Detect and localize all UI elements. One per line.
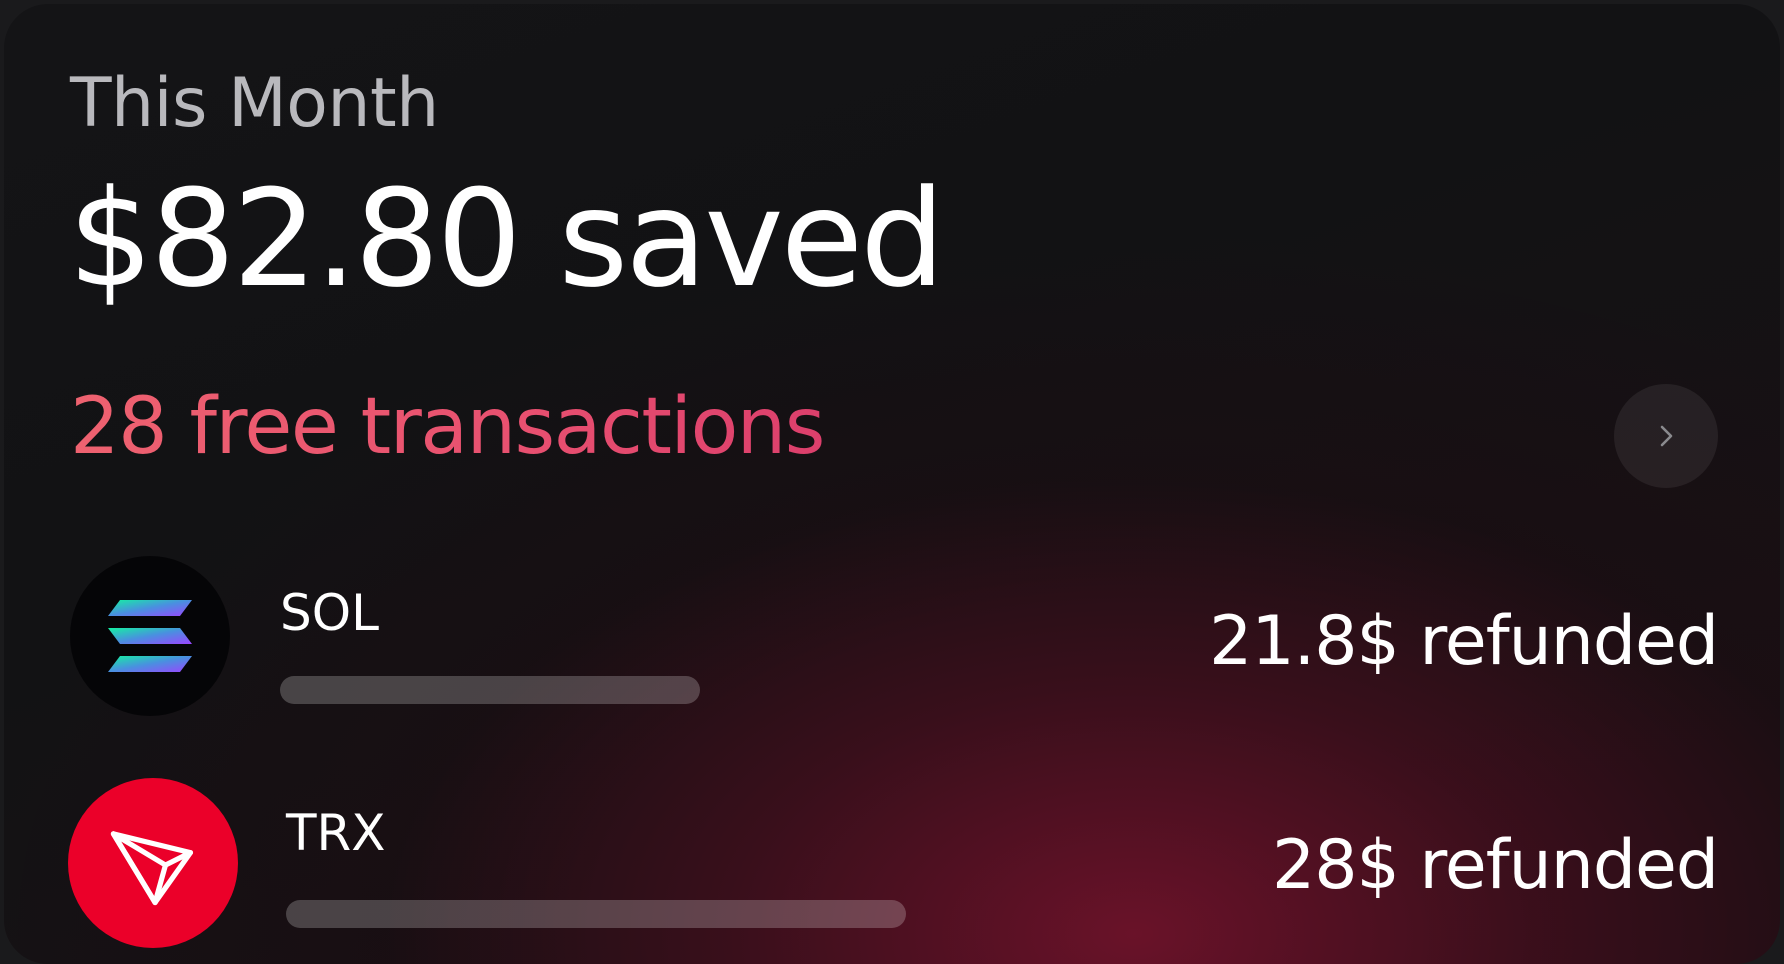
coin-row-sol[interactable]: SOL 21.8$ refunded: [4, 556, 1780, 726]
coin-refund-amount: 28$ refunded: [1271, 826, 1719, 905]
free-transactions-count: 28 free transactions: [70, 382, 825, 472]
coin-row-trx[interactable]: TRX 28$ refunded: [4, 778, 1780, 948]
solana-icon: [108, 600, 192, 672]
coin-symbol: TRX: [286, 804, 386, 862]
coin-progress-bar: [280, 676, 700, 704]
solana-logo: [70, 556, 230, 716]
tron-logo: [68, 778, 238, 948]
period-label: This Month: [70, 64, 439, 143]
coin-refund-amount: 21.8$ refunded: [1209, 602, 1719, 681]
coin-symbol: SOL: [280, 584, 379, 642]
details-button[interactable]: [1614, 384, 1718, 488]
coin-progress-bar: [286, 900, 906, 928]
savings-amount: $82.80 saved: [68, 161, 945, 317]
chevron-right-icon: [1660, 425, 1673, 447]
tron-icon: [110, 831, 194, 906]
savings-card: This Month $82.80 saved 28 free transact…: [4, 4, 1780, 964]
